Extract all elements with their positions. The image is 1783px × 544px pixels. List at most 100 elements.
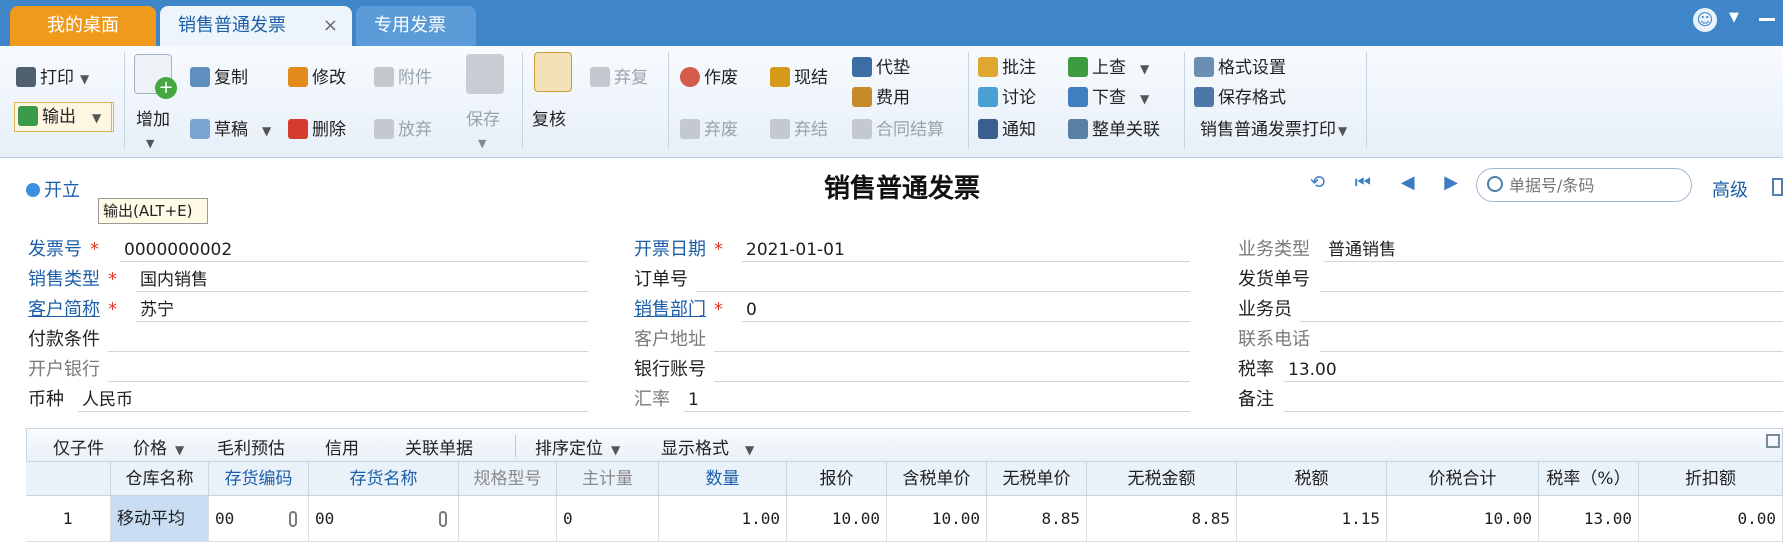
cell-discount[interactable]: 0.00 (1639, 496, 1783, 542)
cell-spec[interactable] (459, 496, 557, 542)
advanced-search-link[interactable]: 高级 (1712, 176, 1748, 202)
paperclip-icon[interactable] (289, 511, 297, 527)
col-unit-price-tax[interactable]: 含税单价 (887, 462, 987, 496)
field-remark[interactable]: 备注 (1238, 386, 1783, 414)
cell-tax-rate[interactable]: 13.00 (1539, 496, 1639, 542)
add-button[interactable]: 增加 (136, 108, 170, 132)
table-row[interactable]: 1 移动平均 00 00 0 1.00 10.00 10.00 8.85 8.8… (26, 496, 1783, 544)
print-template-select[interactable]: 销售普通发票打印 ▼ (1200, 118, 1347, 143)
field-contact-phone[interactable]: 联系电话 (1238, 326, 1783, 354)
field-order-no[interactable]: 订单号 (634, 266, 1190, 294)
discard-button[interactable]: 放弃 (374, 118, 432, 142)
search-input[interactable] (1509, 173, 1679, 197)
discuss-button[interactable]: 讨论 (978, 86, 1036, 110)
col-amount-notax[interactable]: 无税金额 (1087, 462, 1237, 496)
col-total[interactable]: 价税合计 (1387, 462, 1539, 496)
field-ship-no[interactable]: 发货单号 (1238, 266, 1783, 294)
copy-button[interactable]: 复制 (190, 66, 248, 90)
cell-total[interactable]: 10.00 (1387, 496, 1539, 542)
cell-unit-price-tax[interactable]: 10.00 (887, 496, 987, 542)
delete-button[interactable]: 删除 (288, 118, 346, 142)
field-bank-account[interactable]: 银行账号 (634, 356, 1190, 384)
field-bank[interactable]: 开户银行 (28, 356, 588, 384)
print-button[interactable]: 打印 ▼ (16, 66, 89, 91)
chevron-down-icon[interactable]: ▼ (1729, 10, 1739, 25)
void-button[interactable]: 作废 (680, 66, 738, 90)
cell-warehouse[interactable]: 移动平均 (111, 496, 209, 542)
field-sale-type[interactable]: 销售类型 * 国内销售 (28, 266, 588, 294)
look-down-button[interactable]: 下查 ▼ (1068, 86, 1149, 111)
credit-button[interactable]: 信用 (325, 434, 359, 459)
field-exchange-rate[interactable]: 汇率 1 (634, 386, 1190, 414)
cell-stock-code[interactable]: 00 (209, 496, 309, 542)
save-format-button[interactable]: 保存格式 (1194, 86, 1286, 110)
cell-quote[interactable]: 10.00 (787, 496, 887, 542)
whole-link-button[interactable]: 整单关联 (1068, 118, 1160, 142)
sales-dept-label[interactable]: 销售部门 (634, 299, 706, 320)
expand-icon[interactable] (1766, 434, 1780, 448)
col-tax-rate[interactable]: 税率（%） (1539, 462, 1639, 496)
format-setting-button[interactable]: 格式设置 (1194, 56, 1286, 80)
field-salesman[interactable]: 业务员 (1238, 296, 1783, 324)
recheck-button[interactable]: 复核 (532, 108, 566, 132)
gross-profit-button[interactable]: 毛利预估 (217, 434, 285, 459)
field-biz-type[interactable]: 业务类型 普通销售 (1238, 236, 1783, 264)
col-discount[interactable]: 折扣额 (1639, 462, 1783, 496)
edit-button[interactable]: 修改 (288, 66, 346, 90)
export-button[interactable]: 输出 ▼ (18, 105, 101, 130)
paperclip-icon[interactable] (439, 511, 447, 527)
chevron-down-icon[interactable]: ▼ (478, 132, 486, 156)
field-invoice-no[interactable]: 发票号 * 0000000002 (28, 236, 588, 264)
field-sales-dept[interactable]: 销售部门 * 0 (634, 296, 1190, 324)
close-icon[interactable]: × (323, 6, 338, 46)
col-warehouse[interactable]: 仓库名称 (111, 462, 209, 496)
col-spec[interactable]: 规格型号 (459, 462, 557, 496)
smiley-icon[interactable]: ☺ (1693, 8, 1717, 32)
chevron-down-icon[interactable]: ▼ (146, 132, 154, 156)
save-button[interactable]: 保存 (466, 108, 500, 132)
col-unit-price-notax[interactable]: 无税单价 (987, 462, 1087, 496)
cell-amount-notax[interactable]: 8.85 (1087, 496, 1237, 542)
display-format-menu[interactable]: 显示格式 ▼ (661, 434, 754, 459)
search-box[interactable] (1476, 168, 1692, 202)
col-stock-name[interactable]: 存货名称 (309, 462, 459, 496)
cell-stock-name[interactable]: 00 (309, 496, 459, 542)
col-unit[interactable]: 主计量 (557, 462, 659, 496)
cell-unit-price-notax[interactable]: 8.85 (987, 496, 1087, 542)
advance-button[interactable]: 代垫 (852, 56, 910, 80)
contract-settle-button[interactable]: 合同结算 (852, 118, 944, 142)
attachment-button[interactable]: 附件 (374, 66, 432, 90)
field-customer[interactable]: 客户简称 * 苏宁 (28, 296, 588, 324)
cell-tax-amount[interactable]: 1.15 (1237, 496, 1387, 542)
only-child-button[interactable]: 仅子件 (53, 434, 104, 459)
cell-quantity[interactable]: 1.00 (659, 496, 787, 542)
look-up-button[interactable]: 上查 ▼ (1068, 56, 1149, 81)
field-tax-rate[interactable]: 税率 13.00 (1238, 356, 1783, 384)
tab-my-desktop[interactable]: 我的桌面 (10, 6, 156, 46)
chevron-down-icon[interactable]: ▼ (92, 111, 101, 125)
annotate-button[interactable]: 批注 (978, 56, 1036, 80)
abandon-settle-button[interactable]: 弃结 (770, 118, 828, 142)
col-stock-code[interactable]: 存货编码 (209, 462, 309, 496)
cash-settle-button[interactable]: 现结 (770, 66, 828, 90)
abandon-restore-button[interactable]: 弃复 (590, 66, 648, 90)
minimize-icon[interactable] (1759, 18, 1775, 21)
field-customer-address[interactable]: 客户地址 (634, 326, 1190, 354)
cell-unit[interactable]: 0 (557, 496, 659, 542)
price-menu[interactable]: 价格 ▼ (133, 434, 184, 459)
field-currency[interactable]: 币种 人民币 (28, 386, 588, 414)
col-quote[interactable]: 报价 (787, 462, 887, 496)
sort-locate-menu[interactable]: 排序定位 ▼ (535, 434, 620, 459)
customer-label[interactable]: 客户简称 (28, 299, 100, 320)
draft-button[interactable]: 草稿 ▼ (190, 118, 271, 143)
tab-sales-invoice[interactable]: 销售普通发票 × (160, 6, 352, 46)
field-invoice-date[interactable]: 开票日期 * 2021-01-01 (634, 236, 1190, 264)
void-abandon-button[interactable]: 弃废 (680, 118, 738, 142)
tab-special-invoice[interactable]: 专用发票 (356, 6, 476, 46)
fee-button[interactable]: 费用 (852, 86, 910, 110)
col-quantity[interactable]: 数量 (659, 462, 787, 496)
notify-button[interactable]: 通知 (978, 118, 1036, 142)
col-tax-amount[interactable]: 税额 (1237, 462, 1387, 496)
field-pay-terms[interactable]: 付款条件 (28, 326, 588, 354)
panel-icon[interactable] (1772, 178, 1783, 196)
